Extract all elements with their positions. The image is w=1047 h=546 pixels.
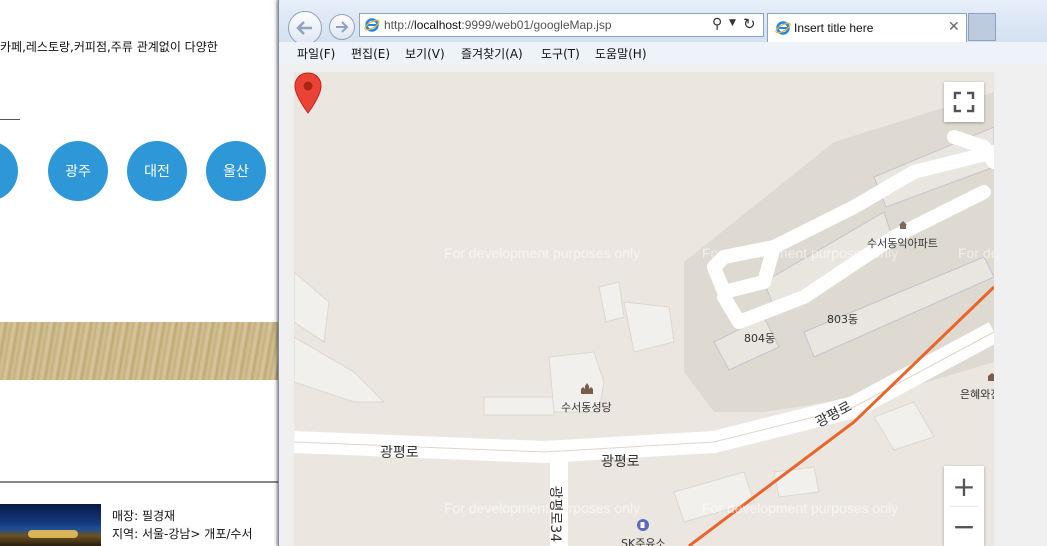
browser-toolbar: http://localhost:9999/web01/googleMap.js… bbox=[279, 0, 1047, 45]
zoom-in-button[interactable]: + bbox=[944, 466, 984, 506]
label-bldg-804: 804동 bbox=[744, 332, 776, 345]
menu-help[interactable]: 도움말(H) bbox=[595, 45, 647, 62]
search-icon[interactable]: ⚲ bbox=[712, 16, 722, 32]
close-icon[interactable]: ✕ bbox=[948, 19, 960, 35]
label-road-main: 광평로 bbox=[380, 445, 419, 461]
section-divider bbox=[0, 481, 280, 483]
watermark-text: For development purposes only bbox=[702, 500, 899, 516]
watermark-text: For development purposes only bbox=[958, 245, 994, 261]
forward-button[interactable] bbox=[329, 14, 355, 40]
store-name: 매장: 필경재 bbox=[112, 509, 176, 523]
map-marker-icon[interactable] bbox=[294, 72, 322, 114]
google-map[interactable]: For development purposes only For develo… bbox=[294, 72, 994, 546]
church-icon bbox=[581, 383, 593, 394]
banner-image bbox=[0, 322, 280, 380]
new-tab-button[interactable] bbox=[968, 13, 996, 41]
zoom-control: + − bbox=[944, 466, 984, 546]
fullscreen-button[interactable] bbox=[944, 82, 984, 122]
forward-arrow-icon bbox=[336, 21, 349, 33]
watermark-text: For development purposes only bbox=[444, 500, 641, 516]
chevron-down-icon[interactable]: ▼ bbox=[729, 18, 736, 28]
label-right-poi: 은혜와진 bbox=[960, 388, 994, 401]
page-content: For development purposes only For develo… bbox=[279, 64, 1047, 546]
tab-title: Insert title here bbox=[794, 21, 874, 35]
city-button-gwangju[interactable]: 광주 bbox=[48, 141, 108, 201]
divider-short bbox=[0, 119, 20, 120]
label-gas-station: SK주유소 bbox=[621, 537, 666, 546]
label-road-main-2: 광평로 bbox=[601, 454, 640, 470]
label-bldg-803: 803동 bbox=[827, 313, 859, 326]
store-thumbnail[interactable] bbox=[0, 504, 101, 546]
ie-logo-icon bbox=[775, 21, 791, 35]
browser-window: http://localhost:9999/web01/googleMap.js… bbox=[278, 0, 1047, 546]
back-button[interactable] bbox=[288, 11, 322, 45]
store-region: 지역: 서울-강남> 개포/수서 bbox=[112, 527, 253, 541]
address-bar[interactable]: http://localhost:9999/web01/googleMap.js… bbox=[359, 13, 764, 37]
zoom-out-button[interactable]: − bbox=[944, 506, 984, 546]
page-description: 카페,레스토랑,커피점,주류 관계없이 다양한 bbox=[0, 40, 218, 54]
menu-edit[interactable]: 편집(E) bbox=[351, 45, 390, 62]
city-button-ulsan[interactable]: 울산 bbox=[206, 141, 266, 201]
ie-logo-icon bbox=[364, 18, 380, 32]
tab-active[interactable]: Insert title here ✕ bbox=[767, 13, 967, 42]
gas-station-icon bbox=[637, 519, 649, 531]
background-page: 카페,레스토랑,커피점,주류 관계없이 다양한 광주 대전 울산 매장: 필경재… bbox=[0, 0, 280, 546]
label-apartment: 수서동익아파트 bbox=[867, 237, 938, 250]
back-arrow-icon bbox=[296, 21, 312, 35]
menu-file[interactable]: 파일(F) bbox=[297, 45, 335, 62]
label-church: 수서동성당 bbox=[561, 401, 612, 414]
church-icon bbox=[988, 373, 994, 381]
menu-bar: 파일(F) 편집(E) 보기(V) 즐겨찾기(A) 도구(T) 도움말(H) bbox=[279, 42, 1047, 65]
menu-view[interactable]: 보기(V) bbox=[405, 45, 445, 62]
refresh-icon[interactable]: ↻ bbox=[743, 15, 756, 33]
watermark-text: For development purposes only bbox=[444, 245, 641, 261]
menu-tools[interactable]: 도구(T) bbox=[541, 45, 580, 62]
label-road-side: 광평로34 bbox=[547, 485, 564, 543]
url-text[interactable]: http://localhost:9999/web01/googleMap.js… bbox=[384, 18, 612, 32]
map-canvas bbox=[294, 72, 994, 546]
fullscreen-icon bbox=[953, 91, 975, 113]
city-button-partial[interactable] bbox=[0, 141, 18, 201]
home-icon bbox=[899, 221, 907, 229]
menu-favorites[interactable]: 즐겨찾기(A) bbox=[461, 45, 523, 62]
city-button-daejeon[interactable]: 대전 bbox=[127, 141, 187, 201]
